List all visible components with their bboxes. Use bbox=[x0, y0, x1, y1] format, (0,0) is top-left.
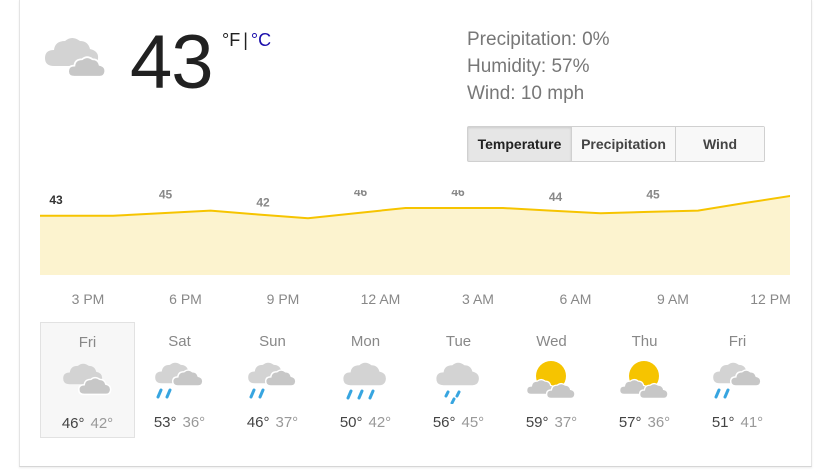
tab-precipitation[interactable]: Precipitation bbox=[571, 127, 675, 161]
data-label: 44 bbox=[549, 190, 563, 204]
current-temperature: 43 bbox=[130, 20, 214, 105]
temperature-graph: 43454246464445513 PM6 PM9 PM12 AM3 AM6 A… bbox=[40, 190, 790, 307]
day-high: 46° bbox=[61, 415, 85, 432]
day-name: Sun bbox=[259, 333, 286, 350]
rain-icon bbox=[343, 362, 386, 400]
rain-cloud-icon bbox=[248, 362, 297, 399]
rain-cloud-icon bbox=[155, 362, 204, 399]
day-low: 45° bbox=[461, 414, 485, 431]
x-tick-label: 9 AM bbox=[657, 291, 689, 307]
weather-details: Precipitation: 0% Humidity: 57% Wind: 10… bbox=[467, 26, 610, 107]
forecast-day-tue[interactable]: Tue 56° 45° bbox=[412, 322, 505, 436]
precipitation-text: Precipitation: 0% bbox=[467, 29, 610, 50]
data-label: 43 bbox=[49, 193, 63, 207]
day-high: 46° bbox=[246, 414, 270, 431]
daily-forecast: Fri 46° 42° Sat 53° 36° Sun 46° 37° Mon bbox=[40, 322, 790, 438]
forecast-day-mon[interactable]: Mon 50° 42° bbox=[319, 322, 412, 436]
day-low: 42° bbox=[368, 414, 392, 431]
forecast-day-sat[interactable]: Sat 53° 36° bbox=[133, 322, 226, 436]
day-high: 59° bbox=[525, 414, 549, 431]
day-name: Tue bbox=[445, 333, 472, 350]
day-high: 56° bbox=[432, 414, 456, 431]
day-low: 37° bbox=[554, 414, 578, 431]
day-low: 41° bbox=[740, 414, 764, 431]
cloudy-icon bbox=[45, 38, 107, 78]
day-high: 51° bbox=[711, 414, 735, 431]
day-temps: 46° 37° bbox=[226, 414, 319, 431]
tab-temperature[interactable]: Temperature bbox=[468, 127, 571, 161]
day-temps: 46° 42° bbox=[41, 415, 134, 432]
day-name: Fri bbox=[728, 333, 747, 350]
forecast-day-fri-next[interactable]: Fri 51° 41° bbox=[691, 322, 784, 436]
x-tick-label: 6 PM bbox=[169, 291, 202, 307]
fahrenheit-unit: °F bbox=[222, 30, 241, 50]
day-temps: 57° 36° bbox=[598, 414, 691, 431]
day-temps: 53° 36° bbox=[133, 414, 226, 431]
chart-tabs: Temperature Precipitation Wind bbox=[467, 126, 765, 162]
day-high: 53° bbox=[153, 414, 177, 431]
rain-cloud-icon bbox=[713, 362, 762, 399]
day-low: 36° bbox=[647, 414, 671, 431]
unit-separator: | bbox=[243, 30, 248, 50]
day-name: Thu bbox=[631, 333, 658, 350]
forecast-day-fri[interactable]: Fri 46° 42° bbox=[40, 322, 135, 438]
x-tick-label: 3 AM bbox=[462, 291, 494, 307]
celsius-link[interactable]: °C bbox=[251, 30, 271, 50]
cloudy-icon bbox=[63, 363, 112, 396]
day-low: 37° bbox=[275, 414, 299, 431]
light-rain-icon bbox=[436, 362, 479, 404]
day-high: 57° bbox=[618, 414, 642, 431]
data-label: 46 bbox=[451, 190, 465, 199]
day-temps: 59° 37° bbox=[505, 414, 598, 431]
partly-sunny-icon bbox=[618, 361, 669, 400]
partly-sunny-icon bbox=[525, 361, 576, 400]
data-label: 46 bbox=[354, 190, 368, 199]
x-tick-label: 12 AM bbox=[361, 291, 401, 307]
x-tick-label: 9 PM bbox=[267, 291, 300, 307]
day-name: Fri bbox=[78, 334, 97, 351]
x-tick-label: 12 PM bbox=[750, 291, 790, 307]
forecast-day-wed[interactable]: Wed 59° 37° bbox=[505, 322, 598, 436]
forecast-day-sun[interactable]: Sun 46° 37° bbox=[226, 322, 319, 436]
day-low: 42° bbox=[90, 415, 114, 432]
day-temps: 51° 41° bbox=[691, 414, 784, 431]
x-tick-label: 3 PM bbox=[72, 291, 105, 307]
humidity-text: Humidity: 57% bbox=[467, 56, 590, 77]
tab-wind[interactable]: Wind bbox=[675, 127, 764, 161]
day-name: Sat bbox=[168, 333, 191, 350]
day-name: Mon bbox=[350, 333, 381, 350]
x-tick-label: 6 AM bbox=[560, 291, 592, 307]
data-label: 45 bbox=[646, 190, 660, 202]
day-name: Wed bbox=[536, 333, 567, 350]
unit-toggle: °F | °C bbox=[222, 30, 271, 51]
day-temps: 56° 45° bbox=[412, 414, 505, 431]
day-temps: 50° 42° bbox=[319, 414, 412, 431]
day-low: 36° bbox=[182, 414, 206, 431]
data-label: 42 bbox=[256, 195, 270, 209]
wind-text: Wind: 10 mph bbox=[467, 83, 585, 104]
day-high: 50° bbox=[339, 414, 363, 431]
forecast-day-thu[interactable]: Thu 57° 36° bbox=[598, 322, 691, 436]
data-label: 45 bbox=[159, 190, 173, 202]
